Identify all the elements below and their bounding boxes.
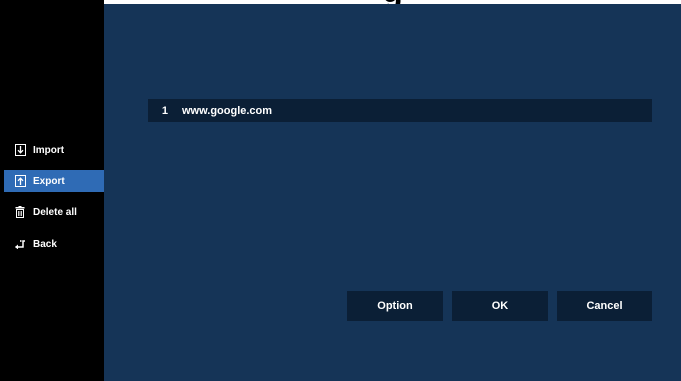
back-arrow-icon [14,237,26,251]
sidebar-item-label: Delete all [33,206,77,218]
export-icon [14,174,26,188]
list-item-index: 1 [161,104,168,117]
sidebar-item-import[interactable]: Import [4,139,104,161]
trash-icon [14,205,26,219]
ok-button[interactable]: OK [452,291,548,321]
main-panel [104,4,681,381]
sidebar-item-label: Back [33,238,57,250]
sidebar-item-label: Export [33,175,65,187]
list-item-url: www.google.com [182,104,273,117]
sidebar-item-label: Import [33,144,65,156]
option-button[interactable]: Option [347,291,443,321]
sidebar-item-export[interactable]: Export [4,170,104,192]
import-icon [14,143,26,157]
sidebar-item-back[interactable]: Back [4,233,104,255]
sidebar: Import Export Delete all Back [0,0,104,381]
sidebar-item-delete-all[interactable]: Delete all [4,201,104,223]
url-list-item[interactable]: 1 www.google.com [148,99,652,122]
cancel-button[interactable]: Cancel [557,291,652,321]
